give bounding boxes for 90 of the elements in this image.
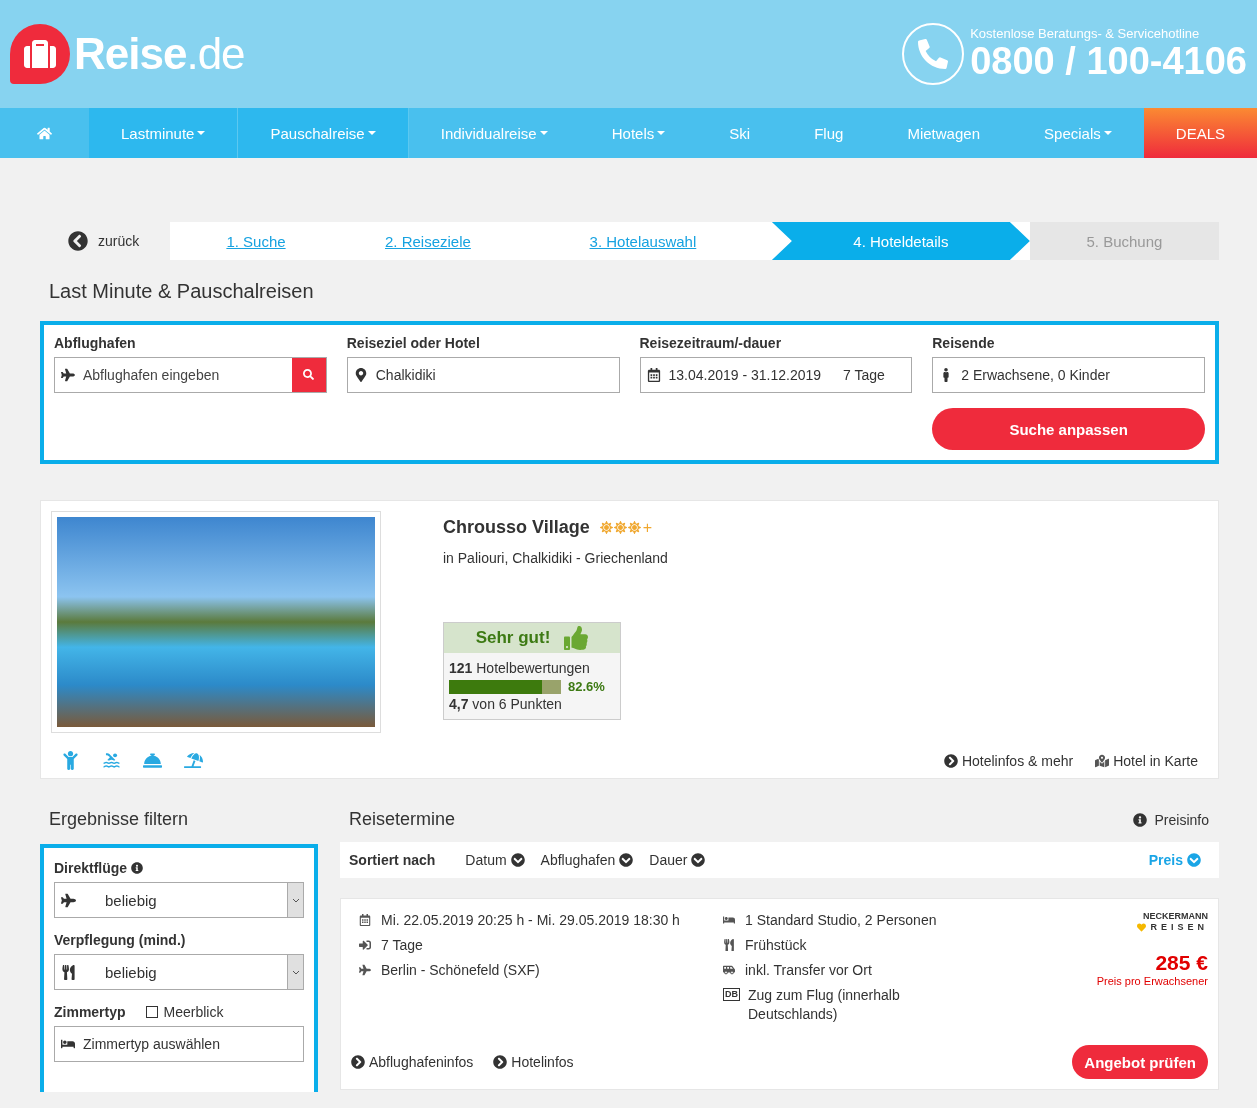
checkbox-option[interactable]: Meerblick bbox=[145, 1004, 224, 1020]
plane-icon bbox=[61, 892, 76, 908]
cutlery-icon bbox=[723, 938, 735, 951]
child-icon bbox=[61, 751, 80, 770]
site-logo: Reise.de bbox=[74, 29, 245, 79]
section-title: Last Minute & Pauschalreisen bbox=[49, 280, 315, 303]
info-link[interactable]: Abflughafeninfos bbox=[351, 1054, 474, 1071]
caret-icon bbox=[367, 131, 376, 135]
caret-icon bbox=[1103, 131, 1112, 135]
chevron-right-icon bbox=[493, 1055, 508, 1070]
map-icon bbox=[1095, 753, 1110, 768]
back-link[interactable]: zurück bbox=[40, 231, 170, 251]
chevron-down-icon bbox=[691, 853, 706, 867]
filter-label: Zimmertyp bbox=[54, 1004, 126, 1020]
arrow-box-icon bbox=[359, 938, 371, 951]
offer-detail: inkl. Transfer vor Ort bbox=[745, 960, 872, 980]
home-icon bbox=[37, 125, 52, 141]
filter-select[interactable]: beliebig bbox=[54, 954, 304, 990]
offer-detail: Frühstück bbox=[745, 935, 807, 955]
rating-percent: 82.6% bbox=[568, 677, 605, 696]
offer-detail: 1 Standard Studio, 2 Personen bbox=[745, 911, 937, 930]
hotline-number: 0800 / 100-4106 bbox=[970, 40, 1247, 83]
chevron-right-icon bbox=[943, 753, 958, 768]
map-pin-icon bbox=[353, 368, 368, 382]
offer-detail: Berlin - Schönefeld (SXF) bbox=[381, 960, 540, 980]
phone-icon bbox=[902, 23, 965, 85]
filter-label: Verpflegung (mind.) bbox=[54, 932, 186, 948]
bus-icon bbox=[723, 963, 735, 976]
chevron-down-icon bbox=[291, 969, 300, 975]
hotel-name: Chrousso Village bbox=[443, 517, 590, 538]
thumbs-up-icon bbox=[564, 626, 589, 650]
plane-icon bbox=[359, 963, 371, 976]
offer-detail: 7 Tage bbox=[381, 935, 423, 955]
sort-option[interactable]: Dauer bbox=[649, 852, 706, 868]
bed-icon bbox=[61, 1037, 75, 1051]
caret-icon bbox=[197, 131, 206, 135]
hotel-link[interactable]: Hotel in Karte bbox=[1095, 752, 1198, 769]
service-bell-icon bbox=[143, 751, 162, 770]
db-logo: DB bbox=[723, 987, 740, 1001]
price-info-link[interactable]: Preisinfo bbox=[1132, 811, 1209, 828]
rating-label: Sehr gut! bbox=[475, 628, 551, 648]
back-icon bbox=[68, 231, 88, 251]
offer-detail: Mi. 22.05.2019 20:25 h - Mi. 29.05.2019 18:30 h bbox=[381, 911, 680, 930]
input-field[interactable]: 2 Erwachsene, 0 Kinder bbox=[932, 357, 1205, 393]
field-label: Reiseziel oder Hotel bbox=[346, 335, 481, 351]
beach-umbrella-icon bbox=[184, 751, 203, 770]
bed-icon bbox=[723, 914, 735, 926]
price-note: Preis pro Erwachsener bbox=[1096, 974, 1208, 987]
input-field[interactable]: Abflughafen eingeben bbox=[54, 357, 327, 393]
input-field[interactable]: Chalkidiki bbox=[346, 357, 620, 393]
operator-logo: NECKERMANN REISEN bbox=[1137, 911, 1208, 933]
calendar-icon bbox=[359, 914, 371, 926]
price: 285 € bbox=[1155, 950, 1208, 975]
results-title: Reisetermine bbox=[349, 809, 456, 830]
filter-title: Ergebnisse filtern bbox=[49, 809, 190, 830]
calendar-icon bbox=[646, 368, 661, 382]
chevron-down-icon bbox=[510, 853, 525, 867]
check-offer-button[interactable]: Angebot prüfen bbox=[1072, 1045, 1208, 1080]
chevron-down-icon bbox=[619, 853, 634, 867]
hotline-label: Kostenlose Beratungs- & Servicehotline bbox=[970, 25, 1201, 41]
chevron-down-icon bbox=[291, 897, 300, 903]
plane-icon bbox=[61, 368, 75, 382]
offer-detail: Zug zum Flug (innerhalb Deutschlands) bbox=[748, 985, 901, 1024]
suitcase-logo-icon bbox=[10, 24, 70, 84]
field-label: Abflughafen bbox=[54, 335, 137, 351]
caret-icon bbox=[657, 131, 666, 135]
sort-label: Sortiert nach bbox=[349, 852, 436, 868]
caret-icon bbox=[539, 131, 548, 135]
hotel-location: in Paliouri, Chalkidiki - Griechenland bbox=[443, 550, 668, 566]
hotel-link[interactable]: Hotelinfos & mehr bbox=[943, 752, 1074, 769]
swimmer-icon bbox=[102, 751, 121, 770]
info-link[interactable]: Hotelinfos bbox=[493, 1054, 574, 1071]
cutlery-icon bbox=[61, 964, 76, 980]
field-label: Reisezeitraum/-dauer bbox=[639, 335, 783, 351]
field-label: Reisende bbox=[932, 335, 996, 351]
sort-option[interactable]: Abflughafen bbox=[540, 852, 634, 868]
chevron-right-icon bbox=[351, 1055, 365, 1070]
input-field[interactable]: 13.04.2019 - 31.12.2019 7 Tage bbox=[639, 357, 913, 393]
sort-option[interactable]: Datum bbox=[465, 852, 525, 868]
search-icon bbox=[303, 368, 315, 380]
chevron-down-icon bbox=[1187, 853, 1201, 867]
input-field[interactable]: Zimmertyp auswählen bbox=[54, 1026, 304, 1062]
review-count: 121 Hotelbewertungen bbox=[449, 659, 591, 678]
search-adjust-button[interactable]: Suche anpassen bbox=[932, 408, 1205, 450]
plus-sign: + bbox=[642, 518, 653, 537]
info-icon bbox=[1132, 812, 1147, 827]
rating-score: 4,7 von 6 Punkten bbox=[449, 695, 563, 715]
search-button[interactable] bbox=[291, 358, 326, 392]
filter-select[interactable]: beliebig bbox=[54, 882, 304, 918]
filter-label: Direktflüge bbox=[54, 860, 128, 876]
